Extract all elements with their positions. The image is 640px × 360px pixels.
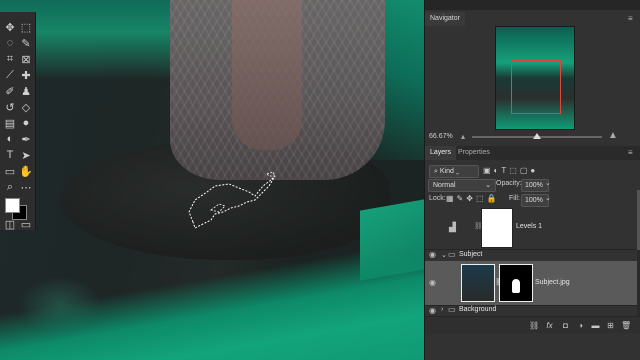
- path-selection-icon[interactable]: ➤: [19, 148, 33, 162]
- pen-tool-icon[interactable]: ✒: [19, 132, 33, 146]
- navigator-view-box[interactable]: [511, 60, 561, 114]
- eyedropper-tool-icon[interactable]: ⟋: [3, 68, 17, 82]
- layer-mask-thumbnail[interactable]: [499, 264, 533, 302]
- fill-label: Fill:: [509, 195, 520, 202]
- frame-tool-icon[interactable]: ⊠: [19, 52, 33, 66]
- chevron-down-icon[interactable]: ⌄: [545, 179, 551, 187]
- panel-menu-icon[interactable]: ≡: [628, 148, 633, 157]
- eye-icon[interactable]: ◉: [429, 307, 439, 315]
- adjustment-layer-icon[interactable]: ◑: [576, 321, 585, 330]
- crop-tool-icon[interactable]: ⌗: [3, 52, 17, 66]
- layers-tabbar: Layers Properties ≡: [425, 146, 640, 160]
- eye-icon[interactable]: ◉: [429, 251, 439, 259]
- marching-ants-selection[interactable]: [185, 172, 277, 232]
- chevron-right-icon[interactable]: ›: [441, 306, 443, 313]
- zoom-slider-thumb[interactable]: [533, 133, 541, 139]
- new-layer-icon[interactable]: ⊞: [606, 321, 615, 330]
- add-mask-icon[interactable]: ◘: [561, 321, 570, 330]
- marquee-tool-icon[interactable]: ⬚: [19, 20, 33, 34]
- layers-bottom-bar: ⛓ fx ◘ ◑ ▬ ⊞ 🗑: [425, 316, 640, 333]
- link-layers-icon[interactable]: ⛓: [529, 321, 539, 330]
- blend-mode-value: Normal: [433, 182, 456, 189]
- dodge-tool-icon[interactable]: ◐: [3, 132, 17, 146]
- type-tool-icon[interactable]: T: [3, 148, 17, 162]
- zoom-level[interactable]: 66.67%: [429, 133, 453, 140]
- new-group-icon[interactable]: ▬: [591, 321, 600, 330]
- layer-mask-thumbnail[interactable]: [481, 208, 513, 248]
- mask-shape: [512, 279, 520, 293]
- opacity-label: Opacity:: [496, 180, 522, 187]
- zoom-in-icon[interactable]: ▲: [608, 130, 618, 141]
- history-brush-icon[interactable]: ↺: [3, 100, 17, 114]
- lock-icons[interactable]: ▦✎✥⬚🔒: [446, 194, 499, 203]
- water-region: [0, 250, 424, 360]
- blend-mode-select[interactable]: Normal ⌄: [428, 179, 496, 192]
- hand-tool-icon[interactable]: ✋: [19, 164, 33, 178]
- filter-icons[interactable]: ▣◐T⬚▢●: [483, 166, 538, 175]
- zoom-out-icon[interactable]: ▴: [461, 132, 465, 141]
- eraser-tool-icon[interactable]: ◇: [19, 100, 33, 114]
- chevron-down-icon[interactable]: ⌄: [441, 251, 447, 259]
- chevron-down-icon: ⌄: [485, 182, 491, 189]
- gown-highlight: [232, 0, 302, 150]
- layer-row-subject[interactable]: ◉ ⛓ Subject.jpg: [425, 261, 637, 306]
- screen-mode-icon[interactable]: ▭: [19, 217, 33, 231]
- filter-kind-label: Kind: [439, 168, 454, 175]
- tools-panel: ✥ ⬚ ◌ ✎ ⌗ ⊠ ⟋ ✚ ✐ ♟ ↺ ◇ ▤ ● ◐ ✒ T ➤ ▭ ✋ …: [0, 12, 36, 231]
- blur-tool-icon[interactable]: ●: [19, 116, 33, 130]
- gradient-tool-icon[interactable]: ▤: [3, 116, 17, 130]
- foreground-color-swatch[interactable]: [5, 198, 20, 213]
- layer-name[interactable]: Background: [459, 306, 496, 313]
- eye-icon[interactable]: ◉: [429, 279, 439, 287]
- tab-layers[interactable]: Layers: [425, 146, 457, 160]
- lock-row: Lock: ▦✎✥⬚🔒 Fill: 100% ⌄: [425, 192, 640, 208]
- move-tool-icon[interactable]: ✥: [3, 20, 17, 34]
- navigator-tab[interactable]: Navigator: [425, 12, 465, 26]
- layer-name[interactable]: Subject: [459, 251, 482, 258]
- more-tools-icon[interactable]: ⋯: [19, 180, 33, 194]
- lasso-tool-icon[interactable]: ◌: [3, 36, 17, 50]
- stamp-tool-icon[interactable]: ♟: [19, 84, 33, 98]
- fx-icon[interactable]: fx: [545, 321, 554, 330]
- folder-icon: ▭: [448, 305, 456, 314]
- quick-mask-icon[interactable]: ◫: [3, 217, 17, 231]
- rectangle-tool-icon[interactable]: ▭: [3, 164, 17, 178]
- zoom-tool-icon[interactable]: ⌕: [3, 180, 17, 194]
- healing-brush-icon[interactable]: ✚: [19, 68, 33, 82]
- chevron-down-icon[interactable]: ⌄: [545, 194, 551, 202]
- folder-icon: ▭: [448, 250, 456, 259]
- panel-topbar: [425, 0, 640, 10]
- right-panels: Navigator ≡ 66.67% ▴ ▲ Layers Properties…: [424, 0, 640, 360]
- trash-icon[interactable]: 🗑: [621, 321, 631, 330]
- panel-menu-icon[interactable]: ≡: [628, 14, 633, 23]
- search-icon: ⌕: [434, 168, 438, 175]
- brush-tool-icon[interactable]: ✐: [3, 84, 17, 98]
- levels-adjustment-icon: ▟: [449, 222, 456, 232]
- quick-selection-tool-icon[interactable]: ✎: [19, 36, 33, 50]
- lock-label: Lock:: [429, 195, 446, 202]
- layer-name[interactable]: Levels 1: [516, 223, 542, 230]
- layer-thumbnail[interactable]: [461, 264, 495, 302]
- document-canvas[interactable]: [0, 0, 424, 360]
- layer-name[interactable]: Subject.jpg: [535, 279, 570, 286]
- tab-properties[interactable]: Properties: [453, 146, 495, 160]
- layer-row-levels[interactable]: ▟ ⛓ Levels 1: [425, 207, 637, 250]
- blend-row: Normal ⌄ Opacity: 100% ⌄: [425, 177, 640, 193]
